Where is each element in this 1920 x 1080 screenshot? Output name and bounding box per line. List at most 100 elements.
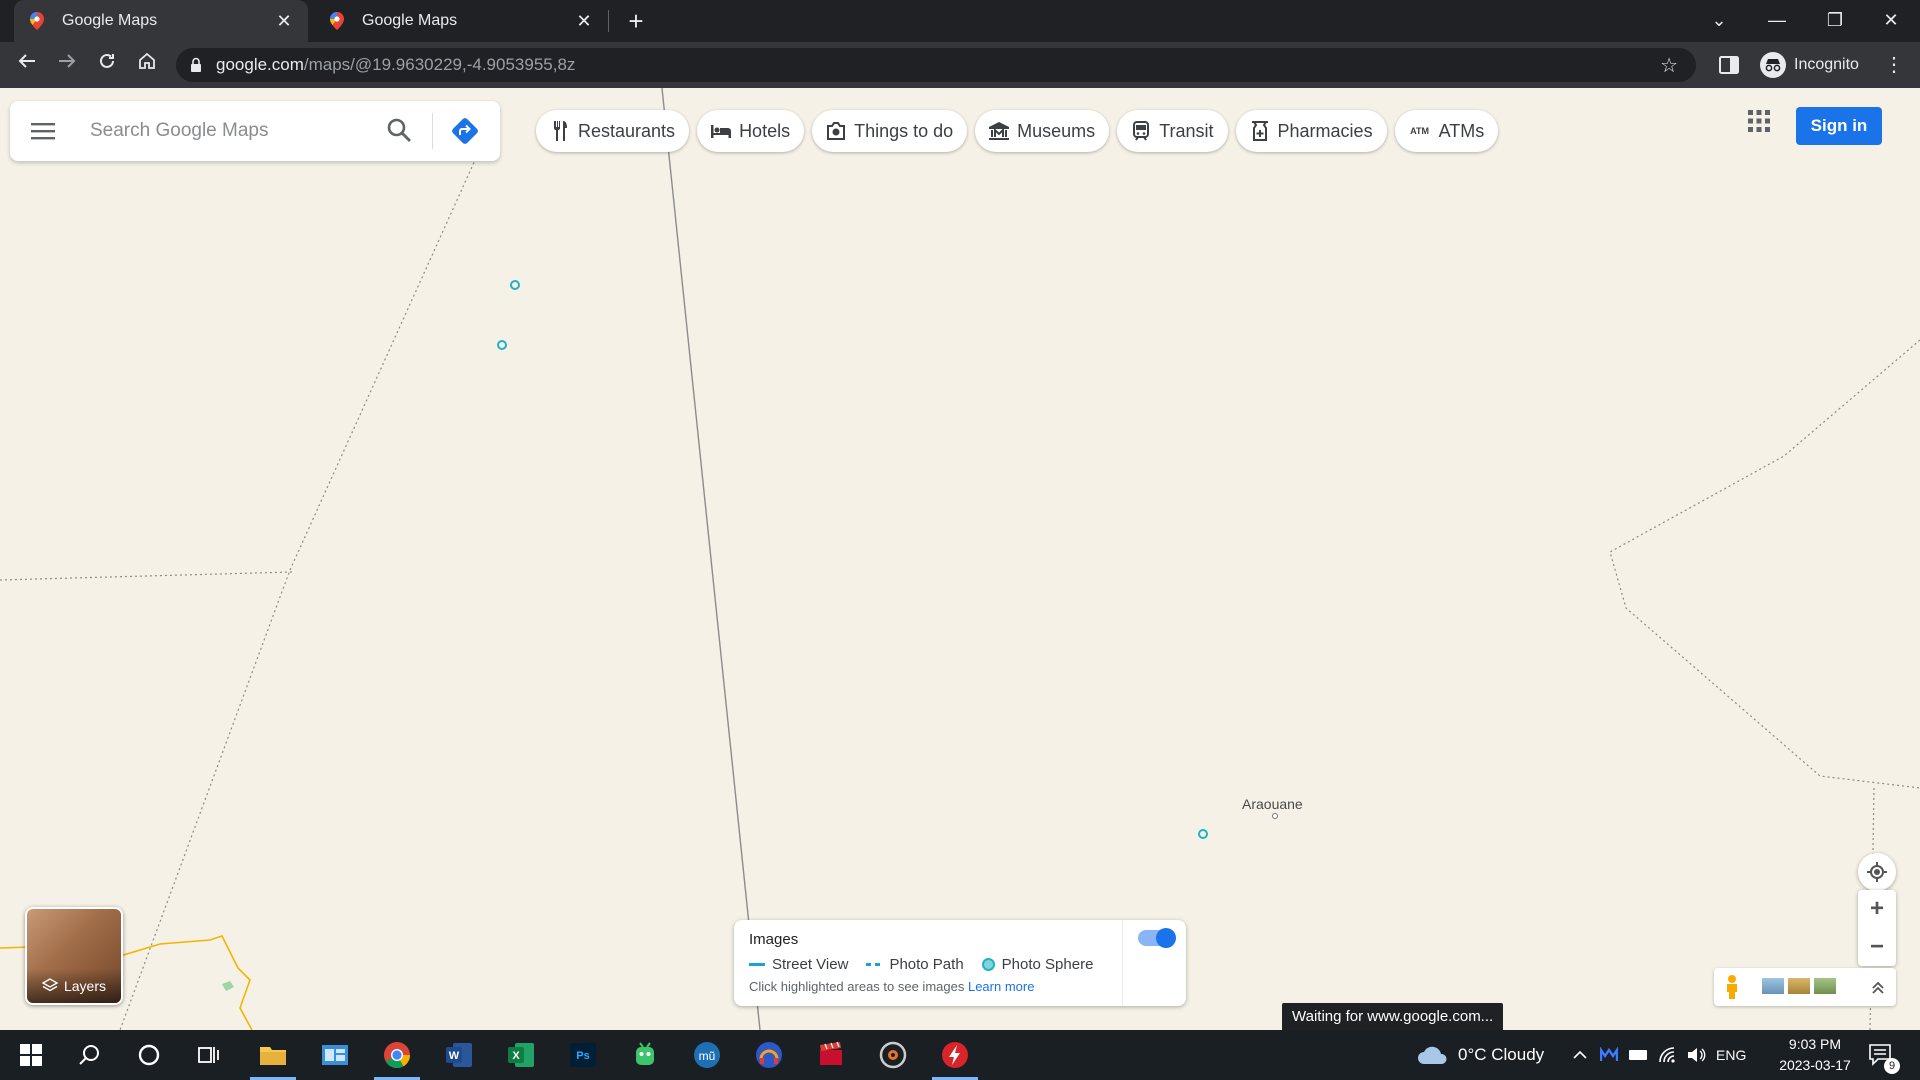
pharmacy-icon <box>1250 121 1270 141</box>
search-divider <box>432 113 433 149</box>
images-panel: Images Street View Photo Path Photo Sphe… <box>734 920 1186 1006</box>
photo-sphere-marker[interactable] <box>497 340 507 350</box>
imagery-thumb[interactable] <box>1762 978 1784 994</box>
windows-logo-icon <box>20 1044 42 1066</box>
tab-google-maps-1[interactable]: Google Maps ✕ <box>14 0 308 42</box>
legend-label: Photo Sphere <box>1001 956 1094 973</box>
imagery-thumb[interactable] <box>1788 978 1810 994</box>
legend-label: Photo Path <box>889 956 964 973</box>
chip-museums[interactable]: Museums <box>975 110 1110 152</box>
close-window-button[interactable]: ✕ <box>1862 0 1920 42</box>
disc-app[interactable] <box>866 1030 920 1080</box>
svg-text:mũ: mũ <box>699 1049 716 1063</box>
incognito-label: Incognito <box>1794 56 1859 73</box>
imagery-thumb[interactable] <box>1814 978 1836 994</box>
headphones-icon <box>756 1042 782 1068</box>
file-explorer-app[interactable] <box>246 1030 300 1080</box>
weather-widget[interactable]: 0°C Cloudy <box>1416 1030 1544 1080</box>
bookmark-star-icon[interactable]: ☆ <box>1660 53 1678 78</box>
pegman-icon[interactable] <box>1724 974 1740 1000</box>
directions-icon[interactable] <box>450 116 480 146</box>
notifications-button[interactable]: 9 <box>1868 1030 1900 1080</box>
search-box <box>10 101 500 161</box>
forward-arrow-icon <box>59 54 76 68</box>
excel-app[interactable]: X <box>494 1030 548 1080</box>
minimize-button[interactable]: — <box>1748 0 1806 42</box>
zoom-out-button[interactable]: − <box>1858 928 1896 966</box>
restore-button[interactable]: ❐ <box>1806 0 1864 42</box>
video-app[interactable] <box>804 1030 858 1080</box>
train-icon <box>1131 121 1151 141</box>
browser-status-bubble: Waiting for www.google.com... <box>1282 1003 1504 1030</box>
chevron-up-icon[interactable] <box>1870 979 1886 995</box>
photo-sphere-marker[interactable] <box>510 280 520 290</box>
cortana-circle-icon <box>138 1044 160 1066</box>
incognito-profile-button[interactable]: Incognito <box>1756 48 1868 82</box>
svg-text:Ps: Ps <box>576 1050 589 1062</box>
new-tab-button[interactable]: + <box>620 6 652 38</box>
photoshop-app[interactable]: Ps <box>556 1030 610 1080</box>
chip-atms[interactable]: ATM ATMs <box>1394 110 1499 152</box>
browser-toolbar: google.com/maps/@19.9630229,-4.9053955,8… <box>0 42 1920 88</box>
zoom-in-button[interactable]: + <box>1858 890 1896 928</box>
close-icon[interactable]: ✕ <box>274 11 294 32</box>
forward-button[interactable] <box>52 50 82 80</box>
back-button[interactable] <box>12 50 42 80</box>
mu-app[interactable]: mũ <box>680 1030 734 1080</box>
taskbar-search-button[interactable] <box>62 1030 116 1080</box>
chrome-app[interactable] <box>370 1030 424 1080</box>
hamburger-menu-icon[interactable] <box>30 119 56 143</box>
close-icon[interactable]: ✕ <box>574 11 594 32</box>
reload-button[interactable] <box>92 50 122 80</box>
atm-icon: ATM <box>1410 126 1429 136</box>
google-apps-icon[interactable] <box>1744 106 1774 136</box>
svg-text:W: W <box>449 1050 460 1062</box>
photo-sphere-marker[interactable] <box>1198 829 1208 839</box>
word-app[interactable]: W <box>432 1030 486 1080</box>
tray-icons: ENG <box>1572 1030 1746 1080</box>
lock-icon <box>191 57 201 72</box>
home-button[interactable] <box>132 50 162 80</box>
side-panel-icon[interactable] <box>1718 54 1740 76</box>
chip-transit[interactable]: Transit <box>1117 110 1228 152</box>
layers-button[interactable]: Layers <box>25 907 123 1005</box>
google-maps-pin-icon <box>28 12 46 30</box>
browser-menu-icon[interactable]: ⋮ <box>1884 52 1904 77</box>
volume-icon[interactable] <box>1686 1046 1706 1064</box>
map-canvas[interactable]: Restaurants Hotels Things to do Museums … <box>0 88 1920 1030</box>
chip-restaurants[interactable]: Restaurants <box>536 110 690 152</box>
toggle-knob <box>1156 928 1176 948</box>
clock[interactable]: 9:03 PM 2023-03-17 <box>1760 1034 1870 1076</box>
green-robot-app[interactable] <box>618 1030 672 1080</box>
camera-icon <box>826 121 846 141</box>
photo-sphere-dot-icon <box>981 958 995 971</box>
start-button[interactable] <box>4 1030 58 1080</box>
sign-in-button[interactable]: Sign in <box>1796 107 1882 145</box>
chip-pharmacies[interactable]: Pharmacies <box>1235 110 1387 152</box>
url-path: /maps/@19.9630229,-4.9053955,8z <box>303 55 576 74</box>
search-icon[interactable] <box>386 117 412 143</box>
learn-more-link[interactable]: Learn more <box>968 979 1034 994</box>
browser-tab-bar: Google Maps ✕ Google Maps ✕ + ⌄ — ❐ ✕ <box>0 0 1920 42</box>
tab-search-chevron-icon[interactable]: ⌄ <box>1690 0 1748 42</box>
images-toggle[interactable] <box>1138 928 1176 948</box>
control-panel-app[interactable] <box>308 1030 362 1080</box>
cortana-button[interactable] <box>122 1030 176 1080</box>
search-input[interactable] <box>88 117 378 145</box>
flash-app[interactable] <box>928 1030 982 1080</box>
address-bar[interactable]: google.com/maps/@19.9630229,-4.9053955,8… <box>176 48 1696 82</box>
device-icon[interactable] <box>1628 1048 1648 1062</box>
task-view-button[interactable] <box>182 1030 236 1080</box>
chip-hotels[interactable]: Hotels <box>697 110 805 152</box>
chevron-up-icon[interactable] <box>1572 1047 1588 1063</box>
wifi-icon[interactable] <box>1658 1046 1678 1064</box>
bed-icon <box>711 121 732 141</box>
tab-google-maps-2[interactable]: Google Maps ✕ <box>314 0 608 42</box>
place-label-araouane[interactable]: Araouane <box>1242 796 1303 812</box>
chip-things-to-do[interactable]: Things to do <box>812 110 968 152</box>
chip-label: Restaurants <box>578 120 676 141</box>
media-app[interactable] <box>742 1030 796 1080</box>
my-location-button[interactable] <box>1858 853 1896 891</box>
language-indicator[interactable]: ENG <box>1716 1047 1746 1063</box>
malwarebytes-icon[interactable] <box>1600 1047 1618 1063</box>
